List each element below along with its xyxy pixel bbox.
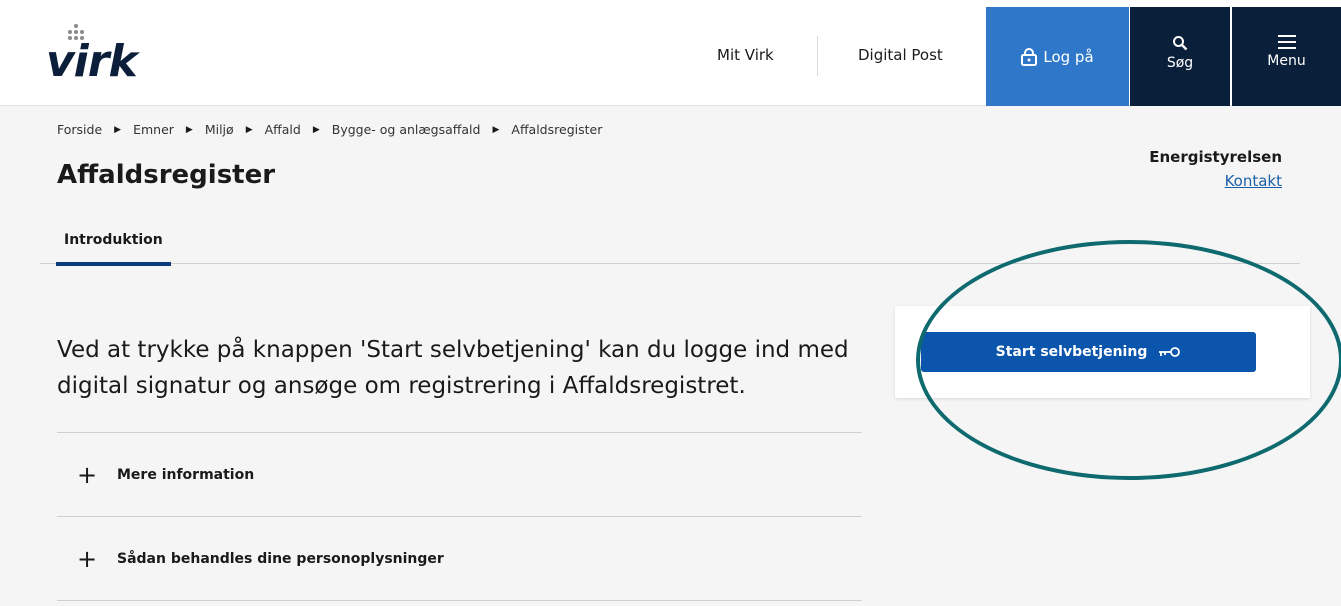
intro-text: Ved at trykke på knappen 'Start selvbetj… [57, 337, 849, 399]
breadcrumb: Forside ▶ Emner ▶ Miljø ▶ Affald ▶ Bygge… [57, 122, 602, 137]
login-button[interactable]: Log på [986, 7, 1129, 106]
menu-button[interactable]: Menu [1232, 7, 1341, 106]
breadcrumb-item-miljo[interactable]: Miljø [205, 122, 234, 137]
tab-bar: Introduktion [40, 220, 1300, 266]
virk-logo[interactable]: virk [46, 24, 138, 87]
start-button-label: Start selvbetjening [995, 344, 1148, 360]
plus-icon: + [76, 544, 98, 573]
breadcrumb-arrow-icon: ▶ [312, 124, 320, 135]
search-button[interactable]: Søg [1130, 7, 1230, 106]
agency-info: Energistyrelsen Kontakt [1149, 148, 1282, 190]
breadcrumb-arrow-icon: ▶ [492, 124, 500, 135]
search-label: Søg [1166, 55, 1194, 71]
tab-introduktion[interactable]: Introduktion [56, 232, 171, 266]
nav-divider [817, 36, 818, 76]
self-service-card: Start selvbetjening [895, 306, 1310, 398]
breadcrumb-arrow-icon: ▶ [245, 124, 253, 135]
menu-label: Menu [1267, 53, 1306, 69]
accordion-divider [57, 600, 862, 601]
start-selvbetjening-button[interactable]: Start selvbetjening [921, 332, 1256, 372]
agency-name: Energistyrelsen [1149, 148, 1282, 166]
menu-icon [1277, 35, 1296, 49]
page-title: Affaldsregister [57, 160, 276, 190]
logo-text: virk [46, 36, 138, 87]
nav-mit-virk[interactable]: Mit Virk [717, 46, 774, 64]
contact-link[interactable]: Kontakt [1149, 172, 1282, 190]
accordion-mere-information[interactable]: + Mere information [57, 432, 862, 516]
key-icon [1159, 347, 1181, 357]
login-label: Log på [1043, 47, 1094, 66]
accordion-personoplysninger[interactable]: + Sådan behandles dine personoplysninger [57, 516, 862, 600]
breadcrumb-item-current: Affaldsregister [511, 122, 603, 137]
lock-icon [1021, 47, 1038, 66]
plus-icon: + [76, 460, 98, 489]
accordion-label: Sådan behandles dine personoplysninger [117, 550, 444, 567]
breadcrumb-arrow-icon: ▶ [185, 124, 193, 135]
breadcrumb-item-bygge-og-anlaegsaffald[interactable]: Bygge- og anlægsaffald [332, 122, 481, 137]
breadcrumb-item-emner[interactable]: Emner [133, 122, 174, 137]
search-icon [1173, 36, 1188, 51]
site-header: virk Mit Virk Digital Post Log på Søg Me… [0, 0, 1341, 106]
nav-digital-post[interactable]: Digital Post [858, 46, 943, 64]
accordion-label: Mere information [117, 466, 255, 483]
breadcrumb-item-affald[interactable]: Affald [265, 122, 301, 137]
breadcrumb-arrow-icon: ▶ [114, 124, 122, 135]
breadcrumb-item-forside[interactable]: Forside [57, 122, 102, 137]
